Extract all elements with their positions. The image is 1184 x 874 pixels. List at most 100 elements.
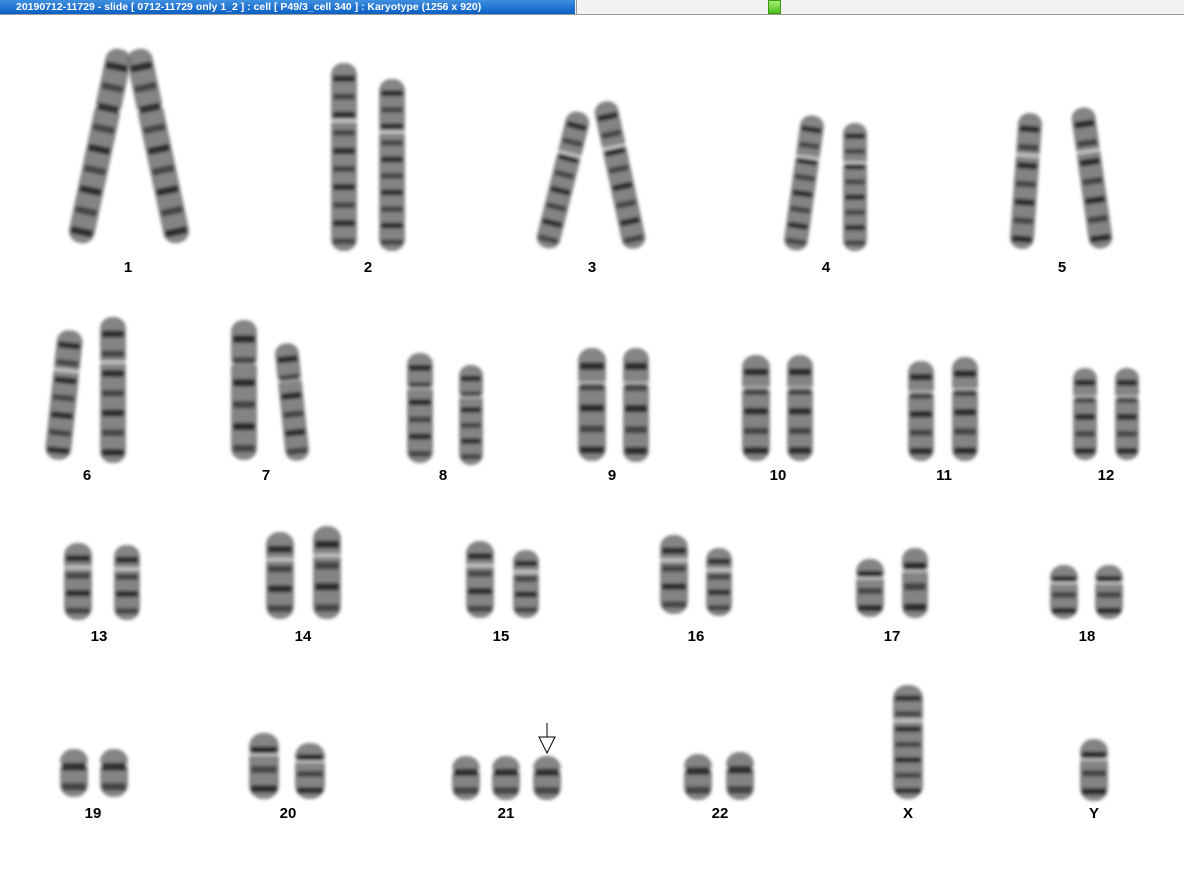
- g-band: [625, 405, 647, 413]
- g-band: [1097, 592, 1121, 598]
- chromosome-label-22: 22: [711, 805, 729, 822]
- g-band: [789, 368, 811, 376]
- g-band: [381, 90, 403, 96]
- g-band: [1097, 607, 1121, 614]
- g-band: [845, 179, 865, 185]
- chromosome-3-copy: [536, 111, 590, 249]
- centromere: [842, 161, 868, 165]
- g-band: [1117, 414, 1137, 420]
- g-band: [845, 164, 865, 170]
- g-band: [910, 411, 932, 418]
- g-band: [333, 129, 355, 136]
- g-band: [858, 570, 882, 577]
- g-band: [789, 388, 811, 395]
- g-band: [904, 583, 926, 591]
- g-band: [625, 447, 647, 455]
- chromosome-22-copy: [683, 754, 713, 800]
- chromosome-12-copy: [1114, 368, 1140, 460]
- g-band: [1075, 396, 1095, 403]
- chromosome-label-14: 14: [294, 628, 312, 645]
- chromosome-label-y: Y: [1088, 805, 1100, 822]
- g-band: [315, 540, 339, 549]
- g-band: [1082, 751, 1106, 759]
- g-band: [910, 448, 932, 455]
- chromosome-15-copy: [512, 550, 540, 618]
- g-band: [381, 123, 403, 130]
- g-band: [728, 766, 752, 774]
- g-band: [1052, 607, 1076, 614]
- g-band: [1117, 448, 1137, 454]
- chromosome-13-copy: [113, 545, 141, 620]
- chromosome-17-copy: [901, 548, 929, 618]
- g-band: [116, 573, 138, 580]
- centromere: [113, 567, 141, 571]
- g-band: [268, 605, 292, 612]
- chromosome-label-12: 12: [1097, 467, 1115, 484]
- g-band: [1117, 396, 1137, 403]
- chromosome-8-copy: [458, 365, 484, 465]
- g-band: [233, 335, 255, 343]
- centromere: [705, 568, 733, 572]
- chromosome-label-9: 9: [607, 467, 617, 484]
- chromosome-15-copy: [465, 541, 495, 618]
- chromosome-14-copy: [265, 532, 295, 619]
- g-band: [62, 783, 86, 791]
- g-band: [515, 591, 537, 598]
- chromosome-10-copy: [741, 355, 771, 461]
- g-band: [910, 392, 932, 399]
- chromosome-label-4: 4: [821, 259, 831, 276]
- g-band: [102, 763, 126, 771]
- window-title-bar[interactable]: 20190712-11729 - slide [ 0712-11729 only…: [0, 0, 1184, 15]
- chromosome-label-x: X: [902, 805, 914, 822]
- chromosome-label-13: 13: [90, 628, 108, 645]
- centromere: [63, 566, 93, 570]
- chromosome-label-7: 7: [261, 467, 271, 484]
- g-band: [409, 416, 431, 423]
- g-band: [708, 574, 730, 580]
- g-band: [333, 147, 355, 154]
- chromosome-label-1: 1: [123, 259, 133, 276]
- g-band: [494, 787, 518, 795]
- g-band: [845, 133, 865, 139]
- g-band: [381, 173, 403, 179]
- g-band: [233, 400, 255, 409]
- g-band: [268, 545, 292, 553]
- g-band: [297, 754, 323, 761]
- g-band: [102, 330, 124, 338]
- g-band: [461, 375, 481, 382]
- g-band: [515, 576, 537, 582]
- g-band: [66, 555, 90, 562]
- chromosome-4-copy: [842, 123, 868, 251]
- g-band: [102, 370, 124, 377]
- g-band: [515, 607, 537, 613]
- g-band: [333, 166, 355, 172]
- g-band: [954, 447, 976, 455]
- g-band: [333, 184, 355, 190]
- annotation-arrow-icon: [538, 723, 556, 755]
- chromosome-10-copy: [786, 355, 814, 461]
- g-band: [580, 446, 604, 454]
- g-band: [744, 388, 768, 395]
- g-band: [381, 239, 403, 245]
- chromosome-11-copy: [907, 361, 935, 461]
- g-band: [233, 357, 255, 365]
- g-band: [662, 583, 686, 590]
- g-band: [116, 591, 138, 597]
- g-band: [468, 553, 492, 560]
- chromosome-label-16: 16: [687, 628, 705, 645]
- g-band: [102, 783, 126, 791]
- g-band: [625, 426, 647, 434]
- chromosome-21-copy: [451, 756, 481, 800]
- chromosome-5-copy: [1071, 107, 1113, 249]
- g-band: [333, 238, 355, 245]
- g-band: [708, 558, 730, 565]
- g-band: [381, 107, 403, 113]
- chromosome-8-copy: [406, 353, 434, 463]
- g-band: [468, 588, 492, 595]
- chromosome-1-copy: [126, 48, 190, 244]
- g-band: [251, 785, 277, 793]
- chromosome-6-copy: [99, 317, 127, 463]
- g-band: [845, 148, 865, 154]
- title-divider: [576, 0, 577, 14]
- g-band: [333, 93, 355, 100]
